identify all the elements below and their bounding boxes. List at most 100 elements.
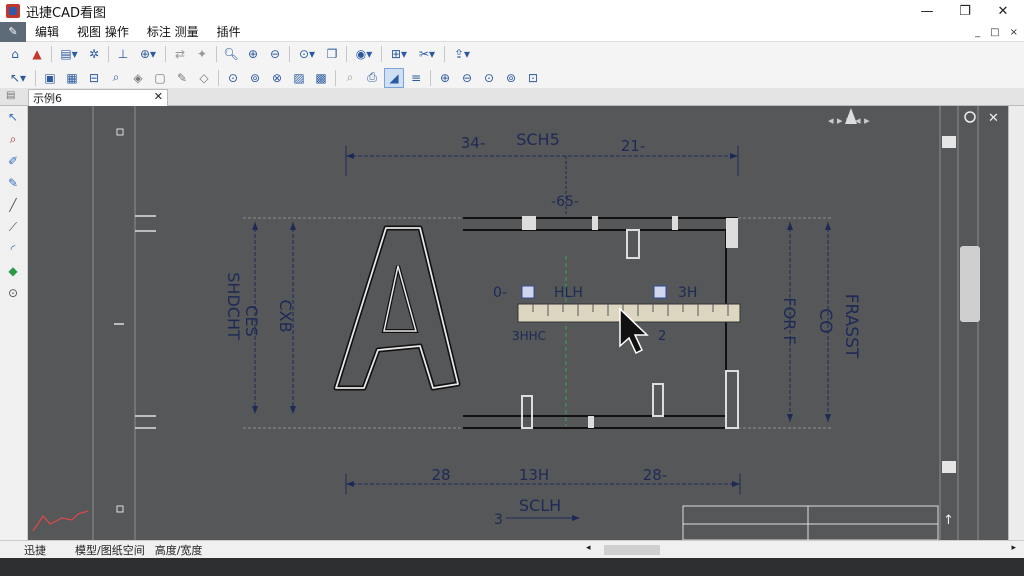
highlight-icon[interactable]: ✐ xyxy=(0,150,26,172)
toolbar-separator xyxy=(444,46,445,62)
print-icon[interactable]: ⎙ xyxy=(362,68,382,88)
dim-bot-right: 28- xyxy=(643,466,668,484)
tools-dropdown-icon[interactable]: ✂▾ xyxy=(414,44,440,64)
redline-icon[interactable]: ≡ xyxy=(406,68,426,88)
minimap-preview[interactable] xyxy=(32,510,89,532)
zoom-realtime-icon[interactable]: ⊚ xyxy=(245,68,265,88)
mdi-restore-button[interactable]: □ xyxy=(990,27,999,38)
pan-icon[interactable]: ▨ xyxy=(289,68,309,88)
zoom-in-icon[interactable]: ⊕ xyxy=(243,44,263,64)
right-label-1: FOR F xyxy=(780,297,799,344)
toolbar-separator xyxy=(216,46,217,62)
restore-button[interactable]: ❐ xyxy=(946,0,984,22)
canvas-close-icon[interactable]: ✕ xyxy=(988,111,999,126)
ruler-right-marker-icon xyxy=(653,285,667,299)
markup-icon[interactable]: ◢ xyxy=(384,67,404,88)
copy-icon[interactable]: ❐ xyxy=(322,44,342,64)
warning-icon[interactable]: ▲ xyxy=(27,44,47,64)
link-icon[interactable]: ⇄ xyxy=(170,44,190,64)
toolbar-separator xyxy=(381,46,382,62)
toolbar-separator xyxy=(218,69,219,86)
horizontal-scrollbar[interactable]: ◂ ▸ xyxy=(586,543,1016,555)
menu-plugins[interactable]: 插件 xyxy=(208,23,250,40)
zoom-d-icon[interactable]: ⊚ xyxy=(501,68,521,88)
search-icon[interactable]: ⌕ xyxy=(340,68,360,88)
status-app[interactable]: 迅捷 xyxy=(0,542,51,558)
dim-mid-top: -65- xyxy=(551,194,579,210)
erase-icon[interactable]: ◇ xyxy=(194,68,214,88)
toolbar-separator xyxy=(51,46,52,62)
dim-bot-title: SCLH xyxy=(519,496,561,515)
properties-icon[interactable]: ⊟ xyxy=(84,68,104,88)
pen-icon[interactable]: ✎ xyxy=(172,68,192,88)
zoom-icon[interactable]: 🔍︎ xyxy=(221,44,241,64)
dim-top-title: SCH5 xyxy=(516,130,560,149)
drawing-canvas[interactable]: 34- SCH5 21- -65- SHDCHT CES CXB 0- HLH … xyxy=(28,106,1008,540)
scrollbar-thumb[interactable] xyxy=(604,545,660,555)
minimize-button[interactable]: — xyxy=(908,0,946,22)
frame-icon[interactable]: ▩ xyxy=(311,68,331,88)
zoom-a-icon[interactable]: ⊕ xyxy=(435,68,455,88)
pointer-icon[interactable]: ↖ xyxy=(0,106,26,128)
ruler-right-label: 3H xyxy=(678,285,697,301)
select-dropdown-icon[interactable]: ↖▾ xyxy=(5,68,31,88)
side-tool-top-icon[interactable] xyxy=(942,136,956,148)
side-tool-bottom-icon[interactable] xyxy=(942,461,956,473)
layers-dropdown-icon[interactable]: ▤▾ xyxy=(56,44,82,64)
left-toolbar: ↖ ⌕ ✐ ✎ ╱ ⟋ ◜ ◆ ⊙ xyxy=(0,106,28,540)
close-window-button[interactable]: ✕ xyxy=(984,0,1022,22)
toolbar-separator xyxy=(108,46,109,62)
zoom-extents-icon[interactable]: ⊙ xyxy=(223,68,243,88)
layout-icon[interactable]: ▢ xyxy=(150,68,170,88)
polyline-icon[interactable]: ⟋ xyxy=(0,216,26,238)
dim-top-right: 21- xyxy=(621,137,646,155)
rotate-view-icon[interactable] xyxy=(964,111,976,123)
globe-dropdown-icon[interactable]: ◉▾ xyxy=(351,44,377,64)
snap-dropdown-icon[interactable]: ⊕▾ xyxy=(135,44,161,64)
menu-edit[interactable]: 编辑 xyxy=(26,23,68,40)
fill-icon[interactable]: ◆ xyxy=(0,260,26,282)
zoom-out-icon[interactable]: ⊖ xyxy=(265,44,285,64)
mdi-minimize-button[interactable]: _ xyxy=(975,27,980,38)
tab-list-icon[interactable]: ▤ xyxy=(6,90,15,101)
export-dropdown-icon[interactable]: ⇪▾ xyxy=(449,44,475,64)
scroll-right-icon[interactable]: ▸ xyxy=(1011,543,1016,553)
ruler-left-num: 0- xyxy=(493,285,507,301)
zoom-b-icon[interactable]: ⊖ xyxy=(457,68,477,88)
window-title: 迅捷CAD看图 xyxy=(26,5,106,21)
side-panel-handle[interactable] xyxy=(960,246,980,322)
right-scrollbar[interactable] xyxy=(1008,106,1024,540)
mdi-close-button[interactable]: × xyxy=(1010,27,1018,38)
status-space[interactable]: 模型/图纸空间 xyxy=(51,542,150,558)
scroll-left-icon[interactable]: ◂ xyxy=(586,543,591,553)
menu-bar: ✎ 编辑 视图 操作 标注 测量 插件 _ □ × xyxy=(0,21,1024,42)
pin-icon[interactable]: ✦ xyxy=(192,44,212,64)
toolbar-separator xyxy=(35,69,36,86)
measure-dropdown-icon[interactable]: ⊞▾ xyxy=(386,44,412,64)
zoom-selection-icon[interactable]: ⊡ xyxy=(523,68,543,88)
open-file-icon[interactable]: ▣ xyxy=(40,68,60,88)
ruler-under-left: 3HHC xyxy=(512,329,546,343)
save-file-icon[interactable]: ▦ xyxy=(62,68,82,88)
align-icon[interactable]: ⊥ xyxy=(113,44,133,64)
menu-view[interactable]: 视图 操作 xyxy=(68,23,138,40)
tab-drawing[interactable]: 示例6 ✕ xyxy=(28,89,168,106)
settings-icon[interactable]: ✲ xyxy=(84,44,104,64)
magnify-icon[interactable]: ⌕ xyxy=(0,128,26,150)
zoom-window-dropdown-icon[interactable]: ⊙▾ xyxy=(294,44,320,64)
line-icon[interactable]: ╱ xyxy=(0,194,26,216)
ruler-left-label: HLH xyxy=(554,285,583,301)
home-icon[interactable]: ⌂ xyxy=(5,44,25,64)
find-icon[interactable]: ⌕ xyxy=(106,68,126,88)
app-menu-icon[interactable]: ✎ xyxy=(0,21,26,42)
zoom-previous-icon[interactable]: ⊗ xyxy=(267,68,287,88)
arc-icon[interactable]: ◜ xyxy=(0,238,26,260)
text-tool-icon[interactable]: ⊙ xyxy=(0,282,26,304)
zoom-c-icon[interactable]: ⊙ xyxy=(479,68,499,88)
tab-close-icon[interactable]: ✕ xyxy=(154,90,163,103)
menu-annotate[interactable]: 标注 测量 xyxy=(138,23,208,40)
pencil-icon[interactable]: ✎ xyxy=(0,172,26,194)
scroll-up-icon[interactable]: ↑ xyxy=(943,513,954,528)
taskbar-strip xyxy=(0,558,1024,576)
shield-icon[interactable]: ◈ xyxy=(128,68,148,88)
